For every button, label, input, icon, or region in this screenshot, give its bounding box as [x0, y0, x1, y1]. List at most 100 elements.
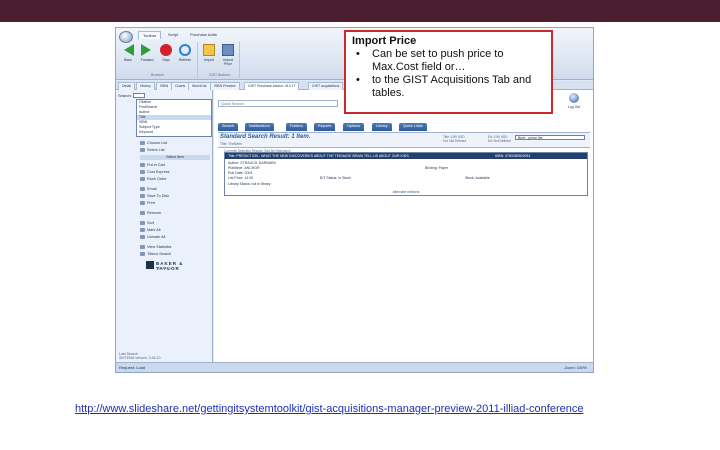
record-publisher: Publisher: ANCHOR	[228, 166, 260, 170]
callout-title: Import Price	[352, 35, 417, 47]
refresh-icon	[179, 44, 191, 56]
result-subtitle: Title: TheWeb	[220, 142, 242, 146]
sidebar-item-view-statistics[interactable]: View Statistics	[140, 244, 171, 250]
tab-options[interactable]: Options	[343, 123, 365, 131]
print-icon	[140, 201, 145, 205]
import-price-icon	[222, 44, 234, 56]
record-pub-date: Pub Date: 2004	[228, 171, 253, 175]
mark-icon	[140, 228, 145, 232]
record-binding: Binding: Paper	[425, 166, 448, 170]
callout-bullet: to the GIST Acquisitions Tab and tables.	[352, 74, 545, 100]
view-select[interactable]: Brief - prime list	[515, 135, 585, 140]
unmark-icon	[140, 235, 145, 239]
tab-notifications[interactable]: Notifications	[245, 123, 274, 131]
sidebar-item-mark-all[interactable]: Mark All	[140, 227, 161, 233]
logout-icon	[569, 93, 579, 103]
main-panel: Quick Search Log Out Search Notification…	[214, 90, 593, 362]
back-arrow-icon	[122, 44, 134, 56]
sidebar-item-titlexo-search[interactable]: Titlexo Search	[140, 251, 171, 257]
import-button[interactable]: Import	[200, 44, 218, 62]
sidebar-item-print[interactable]: Print	[140, 200, 155, 206]
record-list-price: List Price: 14.00	[228, 176, 254, 180]
cart-icon	[140, 163, 145, 167]
search-type-select[interactable]	[132, 93, 145, 99]
ribbon-tab-script[interactable]: Script	[164, 31, 182, 39]
stop-icon	[160, 44, 172, 56]
tab-search[interactable]: Search	[218, 123, 239, 131]
tab-isbn[interactable]: ISBN	[156, 82, 173, 90]
record-title: Title: PREDICTION - WHAT THE NEW DISCOVE…	[228, 154, 410, 158]
baker-taylor-logo: BAKER & TAYLOR Title Source 3	[146, 260, 204, 271]
list-icon	[140, 148, 145, 152]
list-icon	[140, 141, 145, 145]
statistics-icon	[140, 245, 145, 249]
forward-button[interactable]: Forward	[138, 44, 156, 62]
sort-icon	[140, 221, 145, 225]
search-type-dropdown[interactable]: Citation FindSearch Author Title ISBN Su…	[136, 99, 212, 137]
alternate-editions-link[interactable]: alternate editions	[225, 189, 587, 195]
log-out-button[interactable]: Log Out	[563, 93, 585, 109]
import-icon	[203, 44, 215, 56]
ribbon-tab-purchase[interactable]: Purchase Adds	[186, 31, 221, 39]
record-library-status: Library Status: not in library	[228, 182, 271, 186]
quick-search-input[interactable]: Quick Search	[218, 100, 338, 107]
sidebar: Search: Citation FindSearch Author Title…	[116, 90, 213, 362]
ribbon-tab-toolbar[interactable]: Toolbar	[138, 31, 162, 39]
sidebar-item-unmark-all[interactable]: Unmark All	[140, 234, 165, 240]
record-isbn: ISBN: 9780385509251	[495, 154, 531, 158]
tab-history[interactable]: History	[136, 82, 155, 90]
remove-icon	[140, 211, 145, 215]
dropdown-option[interactable]: Keyword	[137, 130, 211, 135]
result-price-summary-2: Ed: 3.99 USD Ed: Not Defined	[488, 135, 511, 143]
sidebar-item-rush-order[interactable]: Rush Order	[140, 176, 167, 182]
tab-folders[interactable]: Folders	[286, 123, 307, 131]
search-row: Search:	[118, 93, 145, 99]
status-left: Request: Load	[119, 365, 146, 370]
source-link[interactable]: http://www.slideshare.net/gettingitsyste…	[75, 403, 583, 415]
express-icon	[140, 170, 145, 174]
results-header: Standard Search Result: 1 Item. Title: T…	[218, 132, 590, 148]
tab-gist-acquisitions[interactable]: GIST acquisitions	[308, 82, 344, 90]
back-button[interactable]: Back	[119, 44, 137, 62]
record-bt-status: B/T Status: In Stock	[320, 176, 351, 180]
import-price-button[interactable]: Import Price	[219, 44, 237, 66]
sidebar-item-select-list[interactable]: Select List	[140, 147, 165, 153]
gist-group: Import Import Price GIST Buttons	[200, 42, 240, 78]
result-title: Standard Search Result: 1 Item.	[220, 134, 311, 140]
record-author: Author: STRAUCH, BARBARA	[228, 161, 276, 165]
sidebar-item-choose-list[interactable]: Choose List	[140, 140, 167, 146]
sidebar-item-email[interactable]: Email	[140, 186, 157, 192]
tab-library[interactable]: Library	[372, 123, 392, 131]
sidebar-item-sort[interactable]: Sort	[140, 220, 154, 226]
sidebar-footer: Last Search SISTEMA Version: 3.45.10	[119, 352, 161, 360]
sidebar-item-remove[interactable]: Remove	[140, 210, 161, 216]
sidebar-section-head: Select Item	[140, 155, 210, 160]
stop-button[interactable]: Stop	[157, 44, 175, 62]
tab-isbn-preview[interactable]: ISBN Preview	[210, 82, 240, 90]
browser-group: Back Forward Stop Refresh Browser	[118, 42, 198, 78]
status-right: Zoom: 100%	[564, 365, 587, 370]
sidebar-item-save-to-disk[interactable]: Save To Disk	[140, 193, 169, 199]
tab-worldcat[interactable]: WorldCat	[188, 82, 211, 90]
callout-bullet: Can be set to push price to Max.Cost fie…	[352, 48, 545, 74]
tab-detail[interactable]: Detail	[118, 82, 135, 90]
rush-icon	[140, 177, 145, 181]
search-icon	[140, 252, 145, 256]
callout-bullets: Can be set to push price to Max.Cost fie…	[352, 48, 545, 100]
sidebar-item-cost-express[interactable]: Cost Express	[140, 169, 170, 175]
import-price-callout: Import Price Can be set to push price to…	[344, 30, 553, 114]
slide-header-bar	[0, 0, 720, 22]
record-stock: Stock: Available	[465, 176, 490, 180]
logo-mark-icon	[146, 261, 154, 269]
tab-quick-links[interactable]: Quick Links	[399, 123, 427, 131]
refresh-button[interactable]: Refresh	[176, 44, 194, 62]
forward-arrow-icon	[141, 44, 153, 56]
tab-reports[interactable]: Reports	[314, 123, 336, 131]
main-tabs: Search Notifications Folders Reports Opt…	[218, 123, 590, 131]
status-bar: Request: Load Zoom: 100%	[116, 362, 593, 372]
tab-charts[interactable]: Charts	[171, 82, 190, 90]
result-record[interactable]: Title: PREDICTION - WHAT THE NEW DISCOVE…	[224, 152, 588, 196]
email-icon	[140, 187, 145, 191]
sidebar-item-put-in-cart[interactable]: Put in Cart	[140, 162, 165, 168]
tab-gist-purchase[interactable]: GIST Purchase Addon: 413 17	[244, 82, 300, 90]
